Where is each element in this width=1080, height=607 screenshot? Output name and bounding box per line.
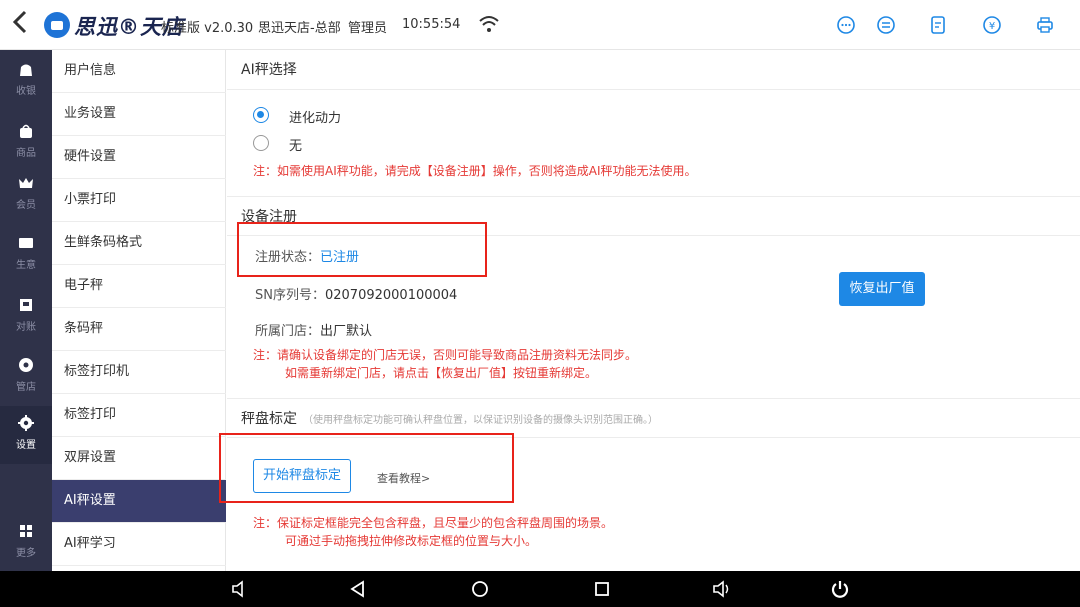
rail-label: 对账 bbox=[16, 322, 36, 333]
power-icon[interactable] bbox=[830, 579, 850, 599]
wifi-icon bbox=[479, 16, 499, 32]
menu-item-hardware-settings[interactable]: 硬件设置 bbox=[52, 136, 226, 179]
rail-item-member[interactable]: 会员 bbox=[0, 166, 52, 224]
top-bar: 思迅®天店 标准版 v2.0.30 思迅天店-总部 管理员 10:55:54 ¥ bbox=[0, 0, 1080, 50]
menu-item-label-print[interactable]: 标签打印 bbox=[52, 394, 226, 437]
crown-icon bbox=[19, 178, 33, 188]
restore-factory-button[interactable]: 恢复出厂值 bbox=[839, 272, 925, 306]
radio-label-evolution-power: 进化动力 bbox=[289, 111, 342, 126]
yen-icon[interactable]: ¥ bbox=[982, 15, 1002, 35]
rail-label: 收银 bbox=[16, 86, 36, 97]
menu-item-electronic-scale[interactable]: 电子秤 bbox=[52, 265, 226, 308]
rail-item-business[interactable]: 生意 bbox=[0, 226, 52, 284]
rail-item-cashier[interactable]: 收银 bbox=[0, 52, 52, 110]
radio-label-none: 无 bbox=[289, 139, 303, 154]
sn-number: SN序列号：0207092000100004 bbox=[255, 284, 457, 303]
svg-text:¥: ¥ bbox=[989, 21, 995, 32]
menu-item-barcode-scale[interactable]: 条码秤 bbox=[52, 308, 226, 351]
document-icon[interactable] bbox=[928, 15, 948, 35]
settings-menu: 用户信息 业务设置 硬件设置 小票打印 生鲜条码格式 电子秤 条码秤 标签打印机… bbox=[52, 50, 226, 571]
section-title: AI秤选择 bbox=[241, 62, 297, 78]
chat-icon[interactable] bbox=[836, 15, 856, 35]
store-icon bbox=[19, 358, 33, 372]
volume-up-icon[interactable] bbox=[712, 579, 732, 599]
ai-scale-note: 注：如需使用AI秤功能，请完成【设备注册】操作，否则将造成AI秤功能无法使用。 bbox=[253, 164, 697, 178]
rail-item-ledger[interactable]: 对账 bbox=[0, 288, 52, 346]
calibration-hint: （使用秤盘标定功能可确认秤盘位置，以保证识别设备的摄像头识别范围正确。） bbox=[303, 415, 658, 426]
menu-item-label-printer[interactable]: 标签打印机 bbox=[52, 351, 226, 394]
registration-note-line2: 如需重新绑定门店，请点击【恢复出厂值】按钮重新绑定。 bbox=[285, 366, 598, 380]
menu-item-ai-scale-learning[interactable]: AI秤学习 bbox=[52, 523, 226, 566]
exchange-icon[interactable] bbox=[876, 15, 896, 35]
store-name: 思迅天店-总部 bbox=[258, 21, 341, 36]
volume-down-icon[interactable] bbox=[230, 579, 250, 599]
sn-value: 0207092000100004 bbox=[324, 288, 458, 303]
rail-label: 生意 bbox=[16, 260, 36, 271]
logo-icon bbox=[44, 12, 70, 38]
rail-item-more[interactable]: 更多 bbox=[0, 514, 52, 572]
rail-label: 会员 bbox=[16, 200, 36, 211]
settings-content: AI秤选择 进化动力 无 注：如需使用AI秤功能，请完成【设备注册】操作，否则将… bbox=[219, 50, 1080, 571]
menu-item-receipt-print[interactable]: 小票打印 bbox=[52, 179, 226, 222]
menu-item-business-settings[interactable]: 业务设置 bbox=[52, 93, 226, 136]
back-icon[interactable] bbox=[348, 579, 368, 599]
store-value: 出厂默认 bbox=[320, 324, 373, 339]
store-label: 所属门店： bbox=[255, 324, 321, 339]
highlight-box-calibration bbox=[219, 433, 514, 503]
user-role: 管理员 bbox=[348, 21, 388, 36]
product-bag-icon bbox=[20, 124, 32, 138]
radio-evolution-power[interactable] bbox=[253, 107, 269, 123]
registration-note-line1: 注：请确认设备绑定的门店无误，否则可能导致商品注册资料无法同步。 bbox=[253, 348, 638, 362]
ledger-icon bbox=[20, 299, 32, 311]
rail-label: 管店 bbox=[16, 382, 36, 393]
printer-icon[interactable] bbox=[1035, 15, 1055, 35]
highlight-box-registration bbox=[237, 222, 487, 277]
menu-item-ai-scale-settings[interactable]: AI秤设置 bbox=[52, 480, 226, 523]
bound-store: 所属门店：出厂默认 bbox=[255, 320, 372, 339]
rail-label: 商品 bbox=[16, 148, 36, 159]
rail-item-product[interactable]: 商品 bbox=[0, 114, 52, 172]
clock: 10:55:54 bbox=[402, 17, 461, 32]
menu-item-dual-screen[interactable]: 双屏设置 bbox=[52, 437, 226, 480]
main-nav-rail: 收银 商品 会员 生意 对账 管店 设置 更多 bbox=[0, 50, 52, 571]
rail-item-settings[interactable]: 设置 bbox=[0, 406, 52, 464]
radio-none[interactable] bbox=[253, 135, 269, 151]
gear-icon bbox=[18, 415, 34, 431]
menu-item-fresh-barcode[interactable]: 生鲜条码格式 bbox=[52, 222, 226, 265]
back-arrow-icon[interactable] bbox=[10, 9, 38, 41]
home-icon[interactable] bbox=[470, 579, 490, 599]
system-nav-bar bbox=[0, 571, 1080, 607]
menu-item-user-info[interactable]: 用户信息 bbox=[52, 50, 226, 93]
section-title-ai-scale: AI秤选择 bbox=[227, 50, 1080, 90]
sn-label: SN序列号： bbox=[255, 288, 325, 303]
cashier-bag-icon bbox=[20, 64, 32, 76]
calibration-note-line1: 注：保证标定框能完全包含秤盘，且尽量少的包含秤盘周围的场景。 bbox=[253, 516, 614, 530]
business-icon bbox=[19, 238, 33, 248]
rail-item-store[interactable]: 管店 bbox=[0, 348, 52, 406]
section-title: 秤盘标定 bbox=[241, 411, 297, 427]
calibration-note-line2: 可通过手动拖拽拉伸修改标定框的位置与大小。 bbox=[285, 534, 538, 548]
rail-label: 设置 bbox=[16, 440, 36, 451]
section-title-calibration: 秤盘标定 （使用秤盘标定功能可确认秤盘位置，以保证识别设备的摄像头识别范围正确。） bbox=[227, 398, 1080, 438]
edition-label: 标准版 v2.0.30 bbox=[161, 21, 254, 36]
recent-apps-icon[interactable] bbox=[592, 579, 612, 599]
grid-icon bbox=[20, 525, 32, 537]
rail-label: 更多 bbox=[16, 548, 36, 559]
